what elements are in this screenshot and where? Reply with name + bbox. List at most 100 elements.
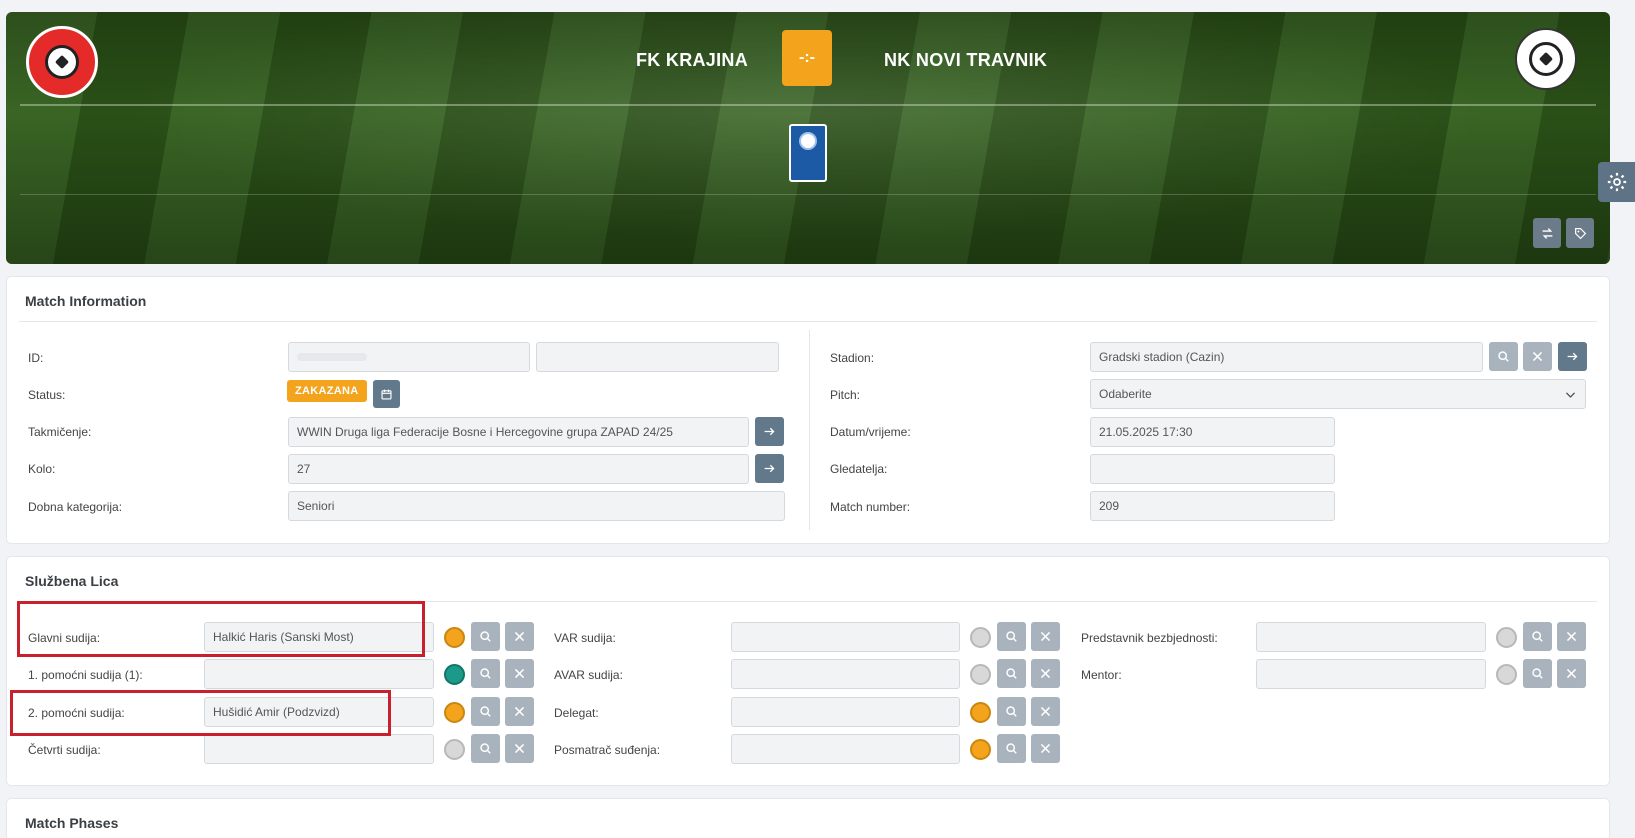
official-name-input[interactable] — [731, 622, 960, 652]
official-name-input[interactable] — [1256, 622, 1486, 652]
spectators-input[interactable] — [1090, 454, 1335, 484]
search-icon — [1498, 351, 1509, 362]
round-label: Kolo: — [28, 462, 56, 476]
official-search-button[interactable] — [471, 697, 500, 726]
away-team-name[interactable]: NK NOVI TRAVNIK — [884, 50, 1047, 71]
official-clear-button[interactable] — [1031, 697, 1060, 726]
official-clear-button[interactable] — [505, 622, 534, 651]
official-status-indicator — [970, 702, 991, 723]
home-team-name[interactable]: FK KRAJINA — [636, 50, 748, 71]
schedule-button[interactable] — [373, 380, 400, 408]
official-search-button[interactable] — [471, 622, 500, 651]
official-name-input[interactable] — [1256, 659, 1486, 689]
official-clear-button[interactable] — [505, 659, 534, 688]
search-icon — [1532, 631, 1543, 642]
arrow-right-icon — [1567, 352, 1578, 361]
official-name-input[interactable] — [204, 659, 434, 689]
official-search-button[interactable] — [1523, 659, 1552, 688]
match-phases-card: Match Phases — [6, 798, 1610, 838]
official-role-label: Predstavnik bezbjednosti: — [1081, 631, 1218, 645]
official-clear-button[interactable] — [1031, 659, 1060, 688]
tag-button[interactable] — [1566, 218, 1594, 248]
official-role-label: Delegat: — [554, 706, 599, 720]
official-search-button[interactable] — [997, 659, 1026, 688]
official-search-button[interactable] — [471, 734, 500, 763]
pitch-select[interactable]: Odaberite — [1090, 379, 1586, 409]
close-icon — [1040, 743, 1051, 754]
official-status-indicator — [444, 664, 465, 685]
official-search-button[interactable] — [997, 622, 1026, 651]
official-status-indicator — [444, 627, 465, 648]
round-input[interactable]: 27 — [288, 454, 749, 484]
arrow-right-icon — [764, 427, 775, 436]
header-divider — [20, 104, 1596, 106]
age-category-label: Dobna kategorija: — [28, 500, 123, 514]
competition-input[interactable]: WWIN Druga liga Federacije Bosne i Herce… — [288, 417, 749, 447]
stadium-clear-button[interactable] — [1523, 342, 1552, 371]
home-team-logo[interactable] — [26, 26, 98, 98]
official-clear-button[interactable] — [505, 734, 534, 763]
soccer-ball-icon — [45, 45, 79, 79]
close-icon — [1532, 351, 1543, 362]
official-clear-button[interactable] — [1557, 659, 1586, 688]
stadium-label: Stadion: — [830, 351, 875, 365]
official-name-input[interactable] — [204, 734, 434, 764]
official-search-button[interactable] — [1523, 622, 1552, 651]
close-icon — [1566, 631, 1577, 642]
highlight-box — [10, 690, 391, 736]
official-status-indicator — [1496, 627, 1517, 648]
official-status-indicator — [444, 702, 465, 723]
official-clear-button[interactable] — [1557, 622, 1586, 651]
official-name-input[interactable] — [731, 659, 960, 689]
official-role-label: Posmatrač suđenja: — [554, 743, 661, 757]
round-go-button[interactable] — [755, 454, 784, 483]
competition-go-button[interactable] — [755, 417, 784, 446]
card-title: Službena Lica — [25, 573, 119, 589]
status-label: Status: — [28, 388, 66, 402]
match-score: -:- — [782, 30, 832, 86]
search-icon — [1006, 668, 1017, 679]
official-clear-button[interactable] — [1031, 622, 1060, 651]
id-label: ID: — [28, 351, 44, 365]
official-clear-button[interactable] — [1031, 734, 1060, 763]
official-clear-button[interactable] — [505, 697, 534, 726]
official-search-button[interactable] — [471, 659, 500, 688]
soccer-ball-icon — [1529, 42, 1563, 76]
official-role-label: 1. pomoćni sudija (1): — [28, 668, 143, 682]
close-icon — [1040, 668, 1051, 679]
search-icon — [480, 706, 491, 717]
id-secondary-input[interactable] — [536, 342, 779, 372]
close-icon — [514, 668, 525, 679]
away-team-logo[interactable] — [1515, 28, 1577, 90]
gear-icon — [1607, 172, 1626, 192]
header-divider-lower — [20, 194, 1596, 195]
official-name-input[interactable] — [731, 697, 960, 727]
stadium-input[interactable]: Gradski stadion (Cazin) — [1090, 342, 1483, 372]
competition-label: Takmičenje: — [28, 425, 92, 439]
calendar-icon — [381, 389, 392, 400]
age-category-input[interactable]: Seniori — [288, 491, 785, 521]
swap-teams-button[interactable] — [1533, 218, 1561, 248]
official-role-label: Četvrti sudija: — [28, 743, 101, 757]
swap-arrows-icon — [1542, 227, 1552, 239]
stadium-go-button[interactable] — [1558, 342, 1587, 371]
arrow-right-icon — [764, 464, 775, 473]
official-status-indicator — [970, 627, 991, 648]
tag-icon — [1574, 227, 1586, 239]
official-role-label: Mentor: — [1081, 668, 1122, 682]
official-search-button[interactable] — [997, 734, 1026, 763]
card-divider — [19, 321, 1597, 322]
search-icon — [480, 631, 491, 642]
id-input[interactable] — [288, 342, 530, 372]
stadium-search-button[interactable] — [1489, 342, 1518, 371]
close-icon — [514, 706, 525, 717]
federation-emblem-icon — [799, 132, 817, 150]
settings-button[interactable] — [1598, 162, 1635, 202]
competition-logo[interactable] — [789, 124, 827, 182]
match-number-input[interactable]: 209 — [1090, 491, 1335, 521]
datetime-input[interactable]: 21.05.2025 17:30 — [1090, 417, 1335, 447]
official-name-input[interactable] — [731, 734, 960, 764]
match-information-card: Match Information — [6, 276, 1610, 544]
official-search-button[interactable] — [997, 697, 1026, 726]
search-icon — [1532, 668, 1543, 679]
